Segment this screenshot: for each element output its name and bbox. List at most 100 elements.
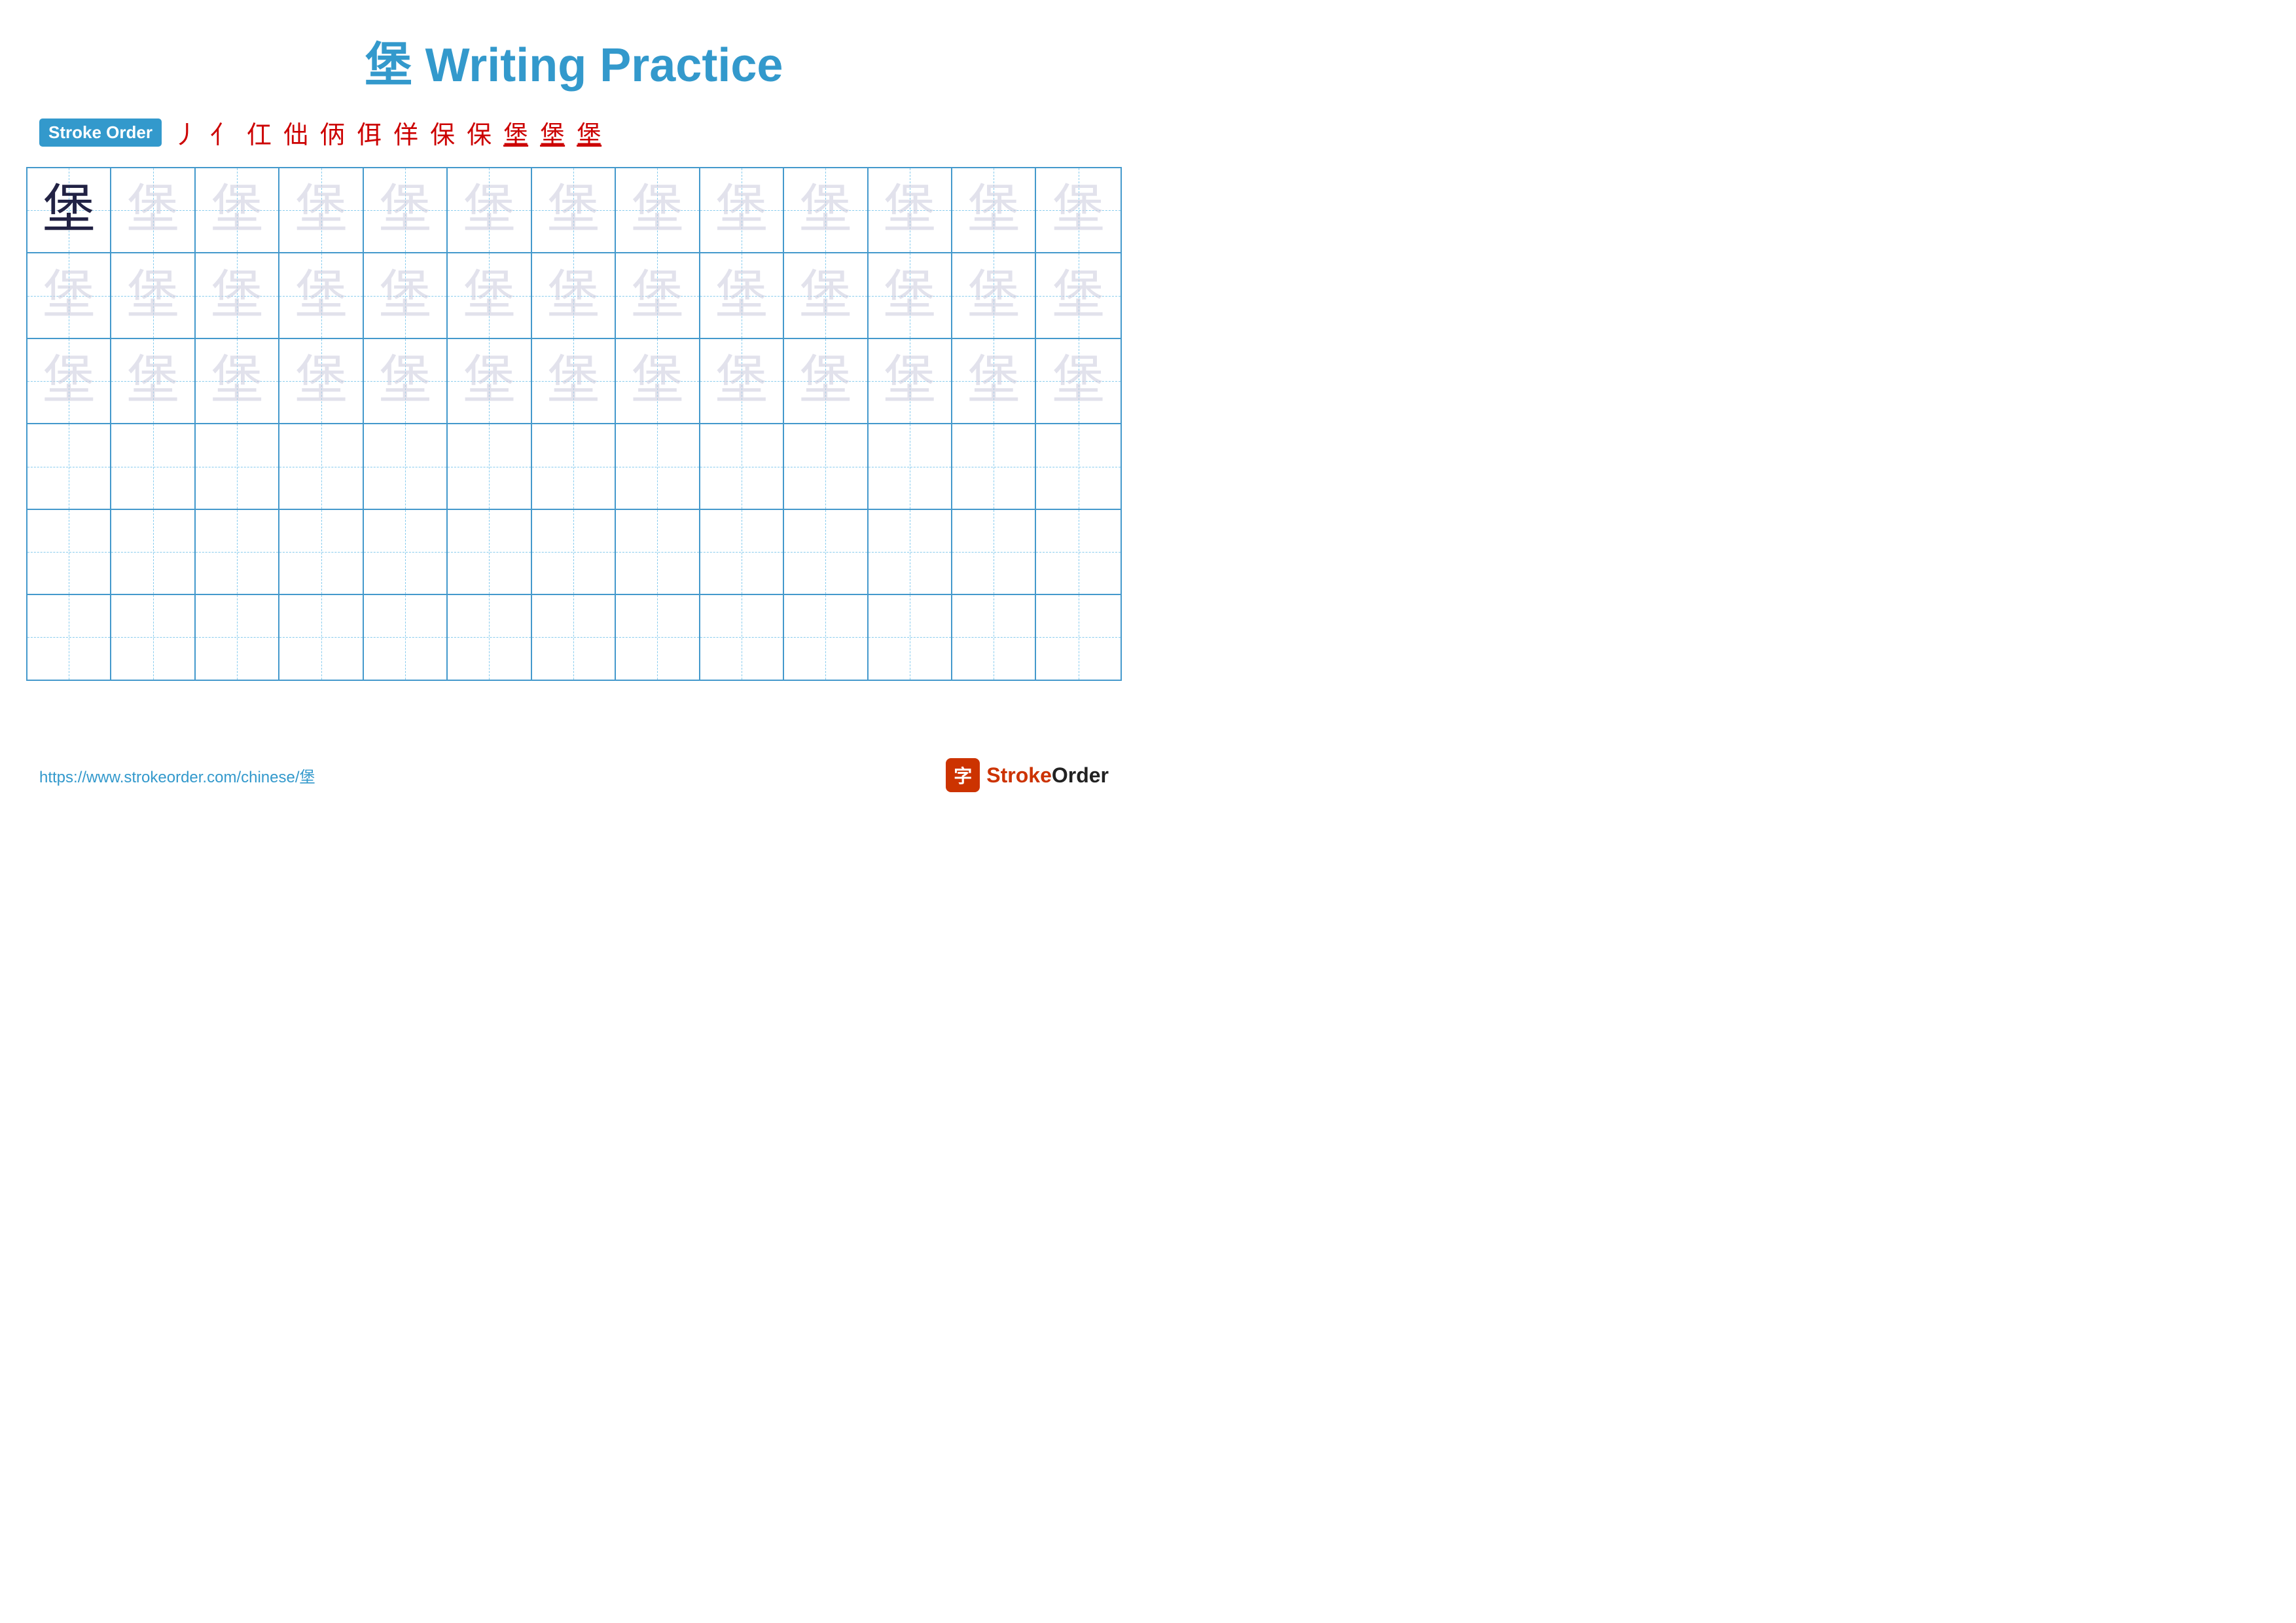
stroke-10: 堡 (503, 115, 528, 151)
title-chinese: 堡 (365, 39, 412, 92)
cell-4-8 (616, 424, 700, 508)
cell-5-10 (784, 510, 868, 594)
cell-5-12 (952, 510, 1036, 594)
cell-3-4: 堡 (279, 339, 363, 423)
cell-1-2: 堡 (111, 168, 195, 252)
cell-4-2 (111, 424, 195, 508)
cell-3-11: 堡 (869, 339, 952, 423)
cell-6-12 (952, 595, 1036, 679)
cell-2-2: 堡 (111, 253, 195, 337)
cell-4-10 (784, 424, 868, 508)
footer-url: https://www.strokeorder.com/chinese/堡 (39, 764, 315, 787)
cell-2-7: 堡 (532, 253, 616, 337)
cell-3-7: 堡 (532, 339, 616, 423)
cell-2-1: 堡 (27, 253, 111, 337)
stroke-11: 堡 (540, 115, 565, 151)
cell-1-13: 堡 (1036, 168, 1120, 252)
cell-2-3: 堡 (196, 253, 279, 337)
cell-2-11: 堡 (869, 253, 952, 337)
cell-3-8: 堡 (616, 339, 700, 423)
cell-3-5: 堡 (364, 339, 448, 423)
cell-1-11: 堡 (869, 168, 952, 252)
cell-2-12: 堡 (952, 253, 1036, 337)
cell-2-9: 堡 (700, 253, 784, 337)
stroke-7: 佯 (393, 115, 418, 151)
cell-1-6: 堡 (448, 168, 531, 252)
cell-3-10: 堡 (784, 339, 868, 423)
cell-2-6: 堡 (448, 253, 531, 337)
footer: https://www.strokeorder.com/chinese/堡 字 … (0, 758, 1148, 792)
cell-3-13: 堡 (1036, 339, 1120, 423)
cell-6-9 (700, 595, 784, 679)
stroke-order-row: Stroke Order 丿 亻 仜 㑁 㑂 佴 佯 保 保 堡 堡 堡 (0, 108, 1148, 157)
cell-6-11 (869, 595, 952, 679)
grid-row-4 (27, 424, 1121, 509)
cell-5-1 (27, 510, 111, 594)
cell-1-3: 堡 (196, 168, 279, 252)
stroke-2: 亻 (210, 115, 235, 151)
cell-4-11 (869, 424, 952, 508)
cell-3-3: 堡 (196, 339, 279, 423)
cell-6-6 (448, 595, 531, 679)
cell-6-1 (27, 595, 111, 679)
cell-5-6 (448, 510, 531, 594)
stroke-6: 佴 (357, 115, 382, 151)
cell-6-4 (279, 595, 363, 679)
stroke-9: 保 (467, 115, 492, 151)
cell-6-2 (111, 595, 195, 679)
cell-2-5: 堡 (364, 253, 448, 337)
cell-5-4 (279, 510, 363, 594)
cell-4-13 (1036, 424, 1120, 508)
cell-6-10 (784, 595, 868, 679)
cell-5-8 (616, 510, 700, 594)
practice-grid: 堡 堡 堡 堡 堡 堡 堡 堡 堡 堡 堡 堡 堡 堡 堡 堡 堡 堡 堡 堡 … (26, 167, 1122, 681)
stroke-4: 㑁 (283, 115, 308, 151)
cell-1-10: 堡 (784, 168, 868, 252)
title-section: 堡 Writing Practice (0, 0, 1148, 95)
cell-5-13 (1036, 510, 1120, 594)
cell-2-4: 堡 (279, 253, 363, 337)
cell-4-9 (700, 424, 784, 508)
grid-row-1: 堡 堡 堡 堡 堡 堡 堡 堡 堡 堡 堡 堡 堡 (27, 168, 1121, 253)
cell-1-1: 堡 (27, 168, 111, 252)
char-dark: 堡 (43, 184, 95, 236)
page-title: 堡 Writing Practice (365, 39, 783, 92)
cell-4-7 (532, 424, 616, 508)
cell-6-7 (532, 595, 616, 679)
footer-brand: 字 StrokeOrder (946, 758, 1109, 792)
cell-1-12: 堡 (952, 168, 1036, 252)
cell-5-11 (869, 510, 952, 594)
cell-1-4: 堡 (279, 168, 363, 252)
cell-5-2 (111, 510, 195, 594)
grid-row-6 (27, 595, 1121, 679)
cell-1-7: 堡 (532, 168, 616, 252)
cell-2-10: 堡 (784, 253, 868, 337)
cell-4-1 (27, 424, 111, 508)
grid-row-3: 堡 堡 堡 堡 堡 堡 堡 堡 堡 堡 堡 堡 堡 (27, 339, 1121, 424)
cell-4-4 (279, 424, 363, 508)
cell-3-12: 堡 (952, 339, 1036, 423)
cell-3-6: 堡 (448, 339, 531, 423)
stroke-3: 仜 (247, 115, 272, 151)
cell-3-1: 堡 (27, 339, 111, 423)
stroke-order-badge: Stroke Order (39, 119, 162, 147)
cell-5-7 (532, 510, 616, 594)
cell-3-9: 堡 (700, 339, 784, 423)
cell-3-2: 堡 (111, 339, 195, 423)
stroke-8: 保 (430, 115, 455, 151)
stroke-12: 堡 (577, 115, 601, 151)
cell-5-3 (196, 510, 279, 594)
cell-1-5: 堡 (364, 168, 448, 252)
cell-2-13: 堡 (1036, 253, 1120, 337)
cell-4-12 (952, 424, 1036, 508)
cell-5-5 (364, 510, 448, 594)
title-english: Writing Practice (425, 39, 783, 92)
cell-4-5 (364, 424, 448, 508)
stroke-1: 丿 (173, 115, 198, 151)
brand-name: StrokeOrder (986, 763, 1109, 788)
cell-1-8: 堡 (616, 168, 700, 252)
grid-row-2: 堡 堡 堡 堡 堡 堡 堡 堡 堡 堡 堡 堡 堡 (27, 253, 1121, 338)
cell-5-9 (700, 510, 784, 594)
cell-2-8: 堡 (616, 253, 700, 337)
cell-6-13 (1036, 595, 1120, 679)
